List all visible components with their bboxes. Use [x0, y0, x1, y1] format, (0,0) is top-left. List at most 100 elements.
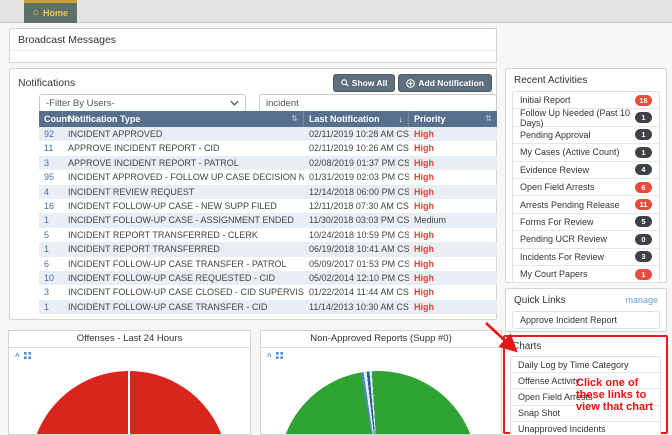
non-approved-reports-chart-title: Non-Approved Reports (Supp #0)	[261, 331, 501, 348]
count-link[interactable]: 1	[44, 302, 49, 312]
add-notification-button[interactable]: Add Notification	[398, 74, 492, 92]
count-link[interactable]: 4	[44, 187, 49, 197]
activity-item[interactable]: Open Field Arrests6	[513, 179, 659, 196]
chart-link-item[interactable]: Unapproved Incidents	[511, 422, 660, 435]
activity-item[interactable]: Follow Up Needed (Past 10 Days)1	[513, 109, 659, 126]
manage-link[interactable]: manage	[625, 295, 658, 305]
priority-cell: High	[409, 127, 497, 141]
collapse-icon[interactable]: ^	[15, 352, 20, 361]
notification-type-cell: INCIDENT FOLLOW-UP CASE CLOSED - CID SUP…	[63, 285, 304, 299]
table-row: 3 INCIDENT FOLLOW-UP CASE CLOSED - CID SU…	[39, 285, 497, 299]
count-cell: 5	[39, 228, 63, 242]
column-header-priority[interactable]: Priority ⇅	[409, 111, 497, 127]
last-notification-cell: 11/14/2013 10:30 AM CST	[304, 300, 409, 314]
table-row: 1 INCIDENT FOLLOW-UP CASE TRANSFER - CID1…	[39, 300, 497, 314]
quick-link-item[interactable]: Approve Incident Report	[513, 312, 659, 328]
offenses-pie-chart[interactable]	[30, 371, 228, 435]
home-icon: ⌂	[33, 8, 39, 18]
notification-type-cell: APPROVE INCIDENT REPORT - PATROL	[63, 156, 304, 170]
activity-item-label: Arrests Pending Release	[520, 200, 620, 210]
count-link[interactable]: 92	[44, 129, 54, 139]
column-header-last-notification[interactable]: Last Notification ↓	[304, 111, 409, 127]
count-cell: 3	[39, 285, 63, 299]
data-grid-icon[interactable]	[24, 352, 31, 361]
activity-item-label: Forms For Review	[520, 217, 594, 227]
broadcast-messages-body	[10, 51, 496, 63]
activity-item[interactable]: My Court Papers 1	[513, 266, 659, 282]
chart-link-item[interactable]: Daily Log by Time Category	[511, 357, 660, 373]
non-approved-reports-pie-chart[interactable]	[279, 371, 477, 435]
count-link[interactable]: 16	[44, 201, 54, 211]
activity-item[interactable]: Pending Approval1	[513, 127, 659, 144]
count-cell: 1	[39, 213, 63, 227]
count-link[interactable]: 1	[44, 244, 49, 254]
table-row: 92INCIDENT APPROVED02/11/2019 10:28 AM C…	[39, 127, 497, 141]
activity-item[interactable]: My Cases (Active Count)1	[513, 144, 659, 161]
activity-item-label: Open Field Arrests	[520, 182, 595, 192]
table-row: 1INCIDENT FOLLOW-UP CASE - ASSIGNMENT EN…	[39, 213, 497, 227]
notification-type-cell: INCIDENT FOLLOW-UP CASE TRANSFER - CID	[63, 300, 304, 314]
last-notification-cell: 06/19/2018 10:41 AM CST	[304, 242, 409, 256]
notifications-table: Count ⇅ Notification Type ⇅ Last Notific…	[39, 111, 497, 314]
table-row: 5INCIDENT REPORT TRANSFERRED - CLERK10/2…	[39, 228, 497, 242]
activity-count-badge: 16	[635, 95, 652, 106]
activity-item[interactable]: Pending UCR Review0	[513, 231, 659, 248]
notification-type-cell: INCIDENT FOLLOW-UP CASE - NEW SUPP FILED	[63, 199, 304, 213]
recent-activities-panel: Recent Activities Initial Report16Follow…	[505, 68, 667, 283]
activity-item[interactable]: Evidence Review4	[513, 162, 659, 179]
tab-home-label: Home	[43, 8, 68, 18]
last-notification-cell: 05/09/2017 01:53 PM CST	[304, 257, 409, 271]
priority-cell: High	[409, 156, 497, 170]
filter-by-users-value: -Filter By Users-	[46, 98, 115, 109]
count-cell: 95	[39, 170, 63, 184]
last-notification-cell: 01/31/2019 02:03 PM CST	[304, 170, 409, 184]
notifications-panel: Notifications Show All Add Notification …	[9, 68, 497, 320]
activity-item[interactable]: Arrests Pending Release11	[513, 196, 659, 213]
data-grid-icon[interactable]	[276, 352, 283, 361]
last-notification-cell: 11/30/2018 03:03 PM CST	[304, 213, 409, 227]
count-link[interactable]: 3	[44, 158, 49, 168]
priority-cell: High	[409, 141, 497, 155]
tab-home[interactable]: ⌂ Home	[24, 0, 77, 23]
activity-item[interactable]: Incidents For Review3	[513, 249, 659, 266]
count-link[interactable]: 1	[44, 215, 49, 225]
count-cell: 1	[39, 300, 63, 314]
priority-cell: High	[409, 285, 497, 299]
count-link[interactable]: 11	[44, 143, 53, 153]
last-notification-cell: 02/11/2019 10:28 AM CST	[304, 127, 409, 141]
activity-item-label: Pending Approval	[520, 130, 591, 140]
count-link[interactable]: 3	[44, 287, 49, 297]
activity-count-badge: 1	[635, 269, 652, 280]
collapse-icon[interactable]: ^	[267, 352, 272, 361]
plus-circle-icon	[406, 79, 415, 88]
priority-cell: High	[409, 170, 497, 184]
activity-item-label: My Court Papers	[520, 269, 588, 279]
notification-type-cell: APPROVE INCIDENT REPORT - CID	[63, 141, 304, 155]
search-input[interactable]	[259, 94, 497, 112]
last-notification-cell: 10/24/2018 10:59 PM CST	[304, 228, 409, 242]
count-link[interactable]: 10	[44, 273, 54, 283]
show-all-button[interactable]: Show All	[333, 74, 396, 92]
last-notification-cell: 02/11/2019 10:26 AM CST	[304, 141, 409, 155]
table-row: 6INCIDENT FOLLOW-UP CASE TRANSFER - PATR…	[39, 257, 497, 271]
last-notification-cell: 12/14/2018 06:00 PM CST	[304, 185, 409, 199]
column-header-count[interactable]: Count ⇅	[39, 111, 63, 127]
notification-type-cell: INCIDENT FOLLOW-UP CASE REQUESTED - CID	[63, 271, 304, 285]
last-notification-cell: 05/02/2014 12:10 PM CST	[304, 271, 409, 285]
activity-count-badge: 3	[635, 251, 652, 262]
priority-cell: High	[409, 242, 497, 256]
count-link[interactable]: 95	[44, 172, 54, 182]
column-header-notification-type[interactable]: Notification Type ⇅	[63, 111, 304, 127]
count-link[interactable]: 5	[44, 230, 49, 240]
count-link[interactable]: 6	[44, 259, 49, 269]
table-row: 4INCIDENT REVIEW REQUEST12/14/2018 06:00…	[39, 185, 497, 199]
table-row: 3APPROVE INCIDENT REPORT - PATROL02/08/2…	[39, 156, 497, 170]
table-row: 16 INCIDENT FOLLOW-UP CASE - NEW SUPP FIL…	[39, 199, 497, 213]
show-all-label: Show All	[352, 78, 388, 88]
add-notification-label: Add Notification	[418, 78, 484, 88]
offenses-chart-panel: Offenses - Last 24 Hours ^	[8, 330, 251, 435]
count-cell: 4	[39, 185, 63, 199]
activity-count-badge: 1	[635, 147, 652, 158]
activity-item[interactable]: Forms For Review5	[513, 214, 659, 231]
filter-by-users-dropdown[interactable]: -Filter By Users-	[39, 94, 246, 112]
